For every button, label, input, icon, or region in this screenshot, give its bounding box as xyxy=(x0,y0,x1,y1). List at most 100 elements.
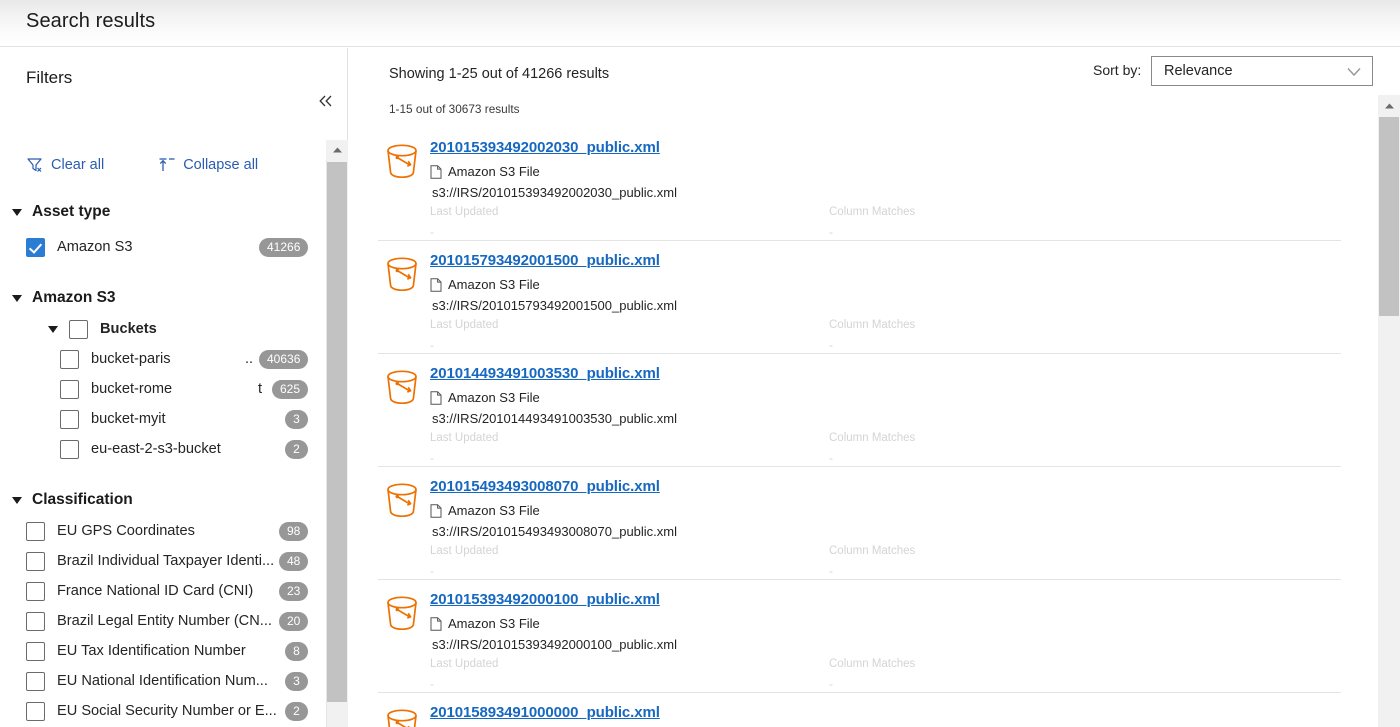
filter-checkbox[interactable] xyxy=(26,701,45,721)
last-updated-value: - xyxy=(430,451,434,465)
filter-option-label: bucket-rome xyxy=(91,381,173,397)
column-matches-value: - xyxy=(829,338,833,352)
filter-checkbox[interactable] xyxy=(60,349,79,369)
collapse-all-icon xyxy=(158,156,176,174)
result-last-updated-column: Last Updated - xyxy=(430,658,498,691)
result-path: s3://IRS/201015493493008070_public.xml xyxy=(432,524,678,539)
results-scrollbar-thumb[interactable] xyxy=(1379,117,1399,316)
filter-option-label: Buckets xyxy=(100,321,157,337)
filter-checkbox[interactable] xyxy=(26,521,45,541)
result-row[interactable]: 201015393492000100_public.xml Amazon S3 F… xyxy=(378,580,1341,693)
result-asset-type: Amazon S3 File xyxy=(430,277,540,292)
filter-group-header[interactable]: Asset type xyxy=(0,196,326,228)
document-icon xyxy=(430,616,442,631)
filter-option-row[interactable]: Brazil Individual Taxpayer Identi... 48 xyxy=(0,546,326,576)
result-row[interactable]: 201014493491003530_public.xml Amazon S3 F… xyxy=(378,354,1341,467)
filter-clear-icon xyxy=(26,156,44,174)
filter-count-badge: 3 xyxy=(285,409,308,429)
chevron-down-icon xyxy=(1346,65,1362,83)
filter-option-label: Brazil Individual Taxpayer Identi... xyxy=(57,553,275,569)
result-path: s3://IRS/201015793492001500_public.xml xyxy=(432,298,678,313)
filter-checkbox[interactable] xyxy=(26,611,45,631)
filter-count-badge: 3 xyxy=(285,671,308,691)
result-asset-type: Amazon S3 File xyxy=(430,503,540,518)
filter-group: Classification EU GPS Coordinates 98 Brazil… xyxy=(0,484,326,727)
document-icon xyxy=(430,164,442,179)
last-updated-label: Last Updated xyxy=(430,206,499,218)
top-header-bar: Search results xyxy=(0,0,1400,47)
result-last-updated-column: Last Updated - xyxy=(430,319,498,352)
filter-checkbox[interactable] xyxy=(26,581,45,601)
filter-option-row[interactable]: eu-east-2-s3-bucket 2 xyxy=(0,434,326,464)
filter-option-label: Brazil Legal Entity Number (CN... xyxy=(57,613,272,629)
filter-group-header[interactable]: Amazon S3 xyxy=(0,282,326,314)
last-updated-label: Last Updated xyxy=(430,319,499,331)
filters-header: Filters xyxy=(0,48,347,143)
filter-option-label: EU GPS Coordinates xyxy=(57,523,195,539)
sort-by-select[interactable]: Relevance xyxy=(1151,56,1373,86)
filter-option-row[interactable]: EU Tax Identification Number 8 xyxy=(0,636,326,666)
filter-option-row[interactable]: Amazon S3 41266 xyxy=(0,232,326,262)
caret-down-icon[interactable] xyxy=(48,325,58,333)
filter-checkbox[interactable] xyxy=(60,409,79,429)
result-title-link[interactable]: 201015893491000000_public.xml xyxy=(430,704,660,721)
filter-option-row[interactable]: France National ID Card (CNI) 23 xyxy=(0,576,326,606)
last-updated-label: Last Updated xyxy=(430,432,499,444)
filter-option-label: EU National Identification Num... xyxy=(57,673,268,689)
result-last-updated-column: Last Updated - xyxy=(430,545,498,578)
filter-checkbox[interactable] xyxy=(26,671,45,691)
result-title-link[interactable]: 201015393492000100_public.xml xyxy=(430,591,660,608)
filter-group-title: Classification xyxy=(32,491,133,508)
filter-option-row[interactable]: EU National Identification Num... 3 xyxy=(0,666,326,696)
sidebar-scroll-up-arrow[interactable] xyxy=(326,140,348,160)
filter-option-row[interactable]: Brazil Legal Entity Number (CN... 20 xyxy=(0,606,326,636)
result-column-matches-column: Column Matches - xyxy=(829,206,915,239)
filter-group-title: Amazon S3 xyxy=(32,289,116,306)
collapse-all-button[interactable]: Collapse all xyxy=(158,156,258,174)
result-last-updated-column: Last Updated - xyxy=(430,432,498,465)
result-path: s3://IRS/201015393492002030_public.xml xyxy=(432,185,678,200)
result-row[interactable]: 201015493493008070_public.xml Amazon S3 F… xyxy=(378,467,1341,580)
filter-option-row[interactable]: bucket-paris.. 40636 xyxy=(0,344,326,374)
result-title-link[interactable]: 201014493491003530_public.xml xyxy=(430,365,660,382)
result-row[interactable]: 201015793492001500_public.xml Amazon S3 F… xyxy=(378,241,1341,354)
column-matches-label: Column Matches xyxy=(829,206,916,218)
filter-option-label: Amazon S3 xyxy=(57,239,133,255)
filter-checkbox[interactable] xyxy=(60,379,79,399)
caret-down-icon xyxy=(12,208,22,216)
filter-option-row[interactable]: bucket-rome t 625 xyxy=(0,374,326,404)
filter-checkbox[interactable] xyxy=(69,319,88,339)
filter-checkbox[interactable] xyxy=(60,439,79,459)
filter-option-row[interactable]: bucket-myit 3 xyxy=(0,404,326,434)
results-scroll-up-arrow[interactable] xyxy=(1378,95,1400,116)
filter-group-header[interactable]: Classification xyxy=(0,484,326,516)
clear-all-button[interactable]: Clear all xyxy=(26,156,104,174)
filter-checkbox[interactable] xyxy=(26,641,45,661)
result-title-link[interactable]: 201015493493008070_public.xml xyxy=(430,478,660,495)
filter-count-badge: 20 xyxy=(279,611,308,631)
filter-count-badge: 2 xyxy=(285,701,308,721)
result-row[interactable]: 201015893491000000_public.xmlAmazon S3 F… xyxy=(378,693,1341,727)
sidebar-scrollbar-thumb[interactable] xyxy=(327,162,347,702)
result-asset-type: Amazon S3 File xyxy=(430,164,540,179)
result-title-link[interactable]: 201015393492002030_public.xml xyxy=(430,139,660,156)
filters-title: Filters xyxy=(26,68,73,87)
filter-option-label: eu-east-2-s3-bucket xyxy=(91,441,221,457)
filter-quick-actions: Clear all Collapse all xyxy=(26,156,258,174)
result-title-link[interactable]: 201015793492001500_public.xml xyxy=(430,252,660,269)
column-matches-value: - xyxy=(829,564,833,578)
filter-option-row[interactable]: EU GPS Coordinates 98 xyxy=(0,516,326,546)
result-asset-type-label: Amazon S3 File xyxy=(448,390,540,405)
double-chevron-left-icon[interactable] xyxy=(313,88,339,114)
sort-by-value: Relevance xyxy=(1164,63,1233,79)
filter-option-row[interactable]: EU Social Security Number or E... 2 xyxy=(0,696,326,726)
result-asset-type: Amazon S3 File xyxy=(430,390,540,405)
result-row[interactable]: 201015393492002030_public.xml Amazon S3 F… xyxy=(378,128,1341,241)
filter-option-row[interactable]: Buckets xyxy=(0,314,326,344)
filter-checkbox[interactable] xyxy=(26,237,45,257)
column-matches-label: Column Matches xyxy=(829,319,916,331)
column-matches-value: - xyxy=(829,225,833,239)
last-updated-value: - xyxy=(430,677,434,691)
results-count-label: Showing 1-25 out of 41266 results xyxy=(389,66,610,82)
filter-checkbox[interactable] xyxy=(26,551,45,571)
